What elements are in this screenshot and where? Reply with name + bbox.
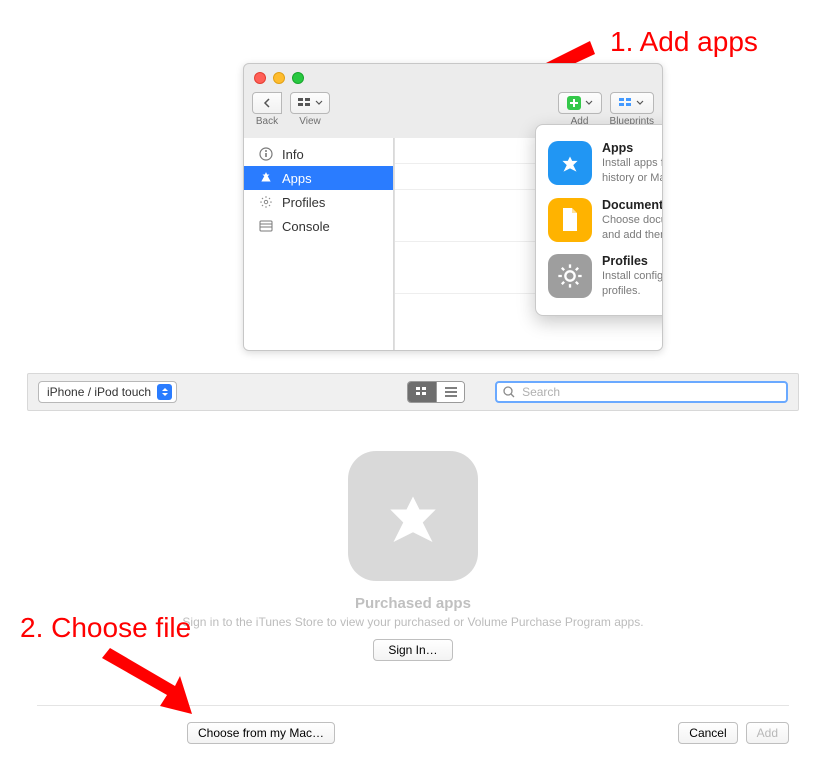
search-icon <box>503 386 515 398</box>
chevron-down-icon <box>636 100 644 106</box>
window-body: Info Apps Profiles Console <box>244 138 662 350</box>
back-button[interactable] <box>252 92 282 114</box>
annotation-step2: 2. Choose file <box>20 612 191 644</box>
sidebar-item-label: Info <box>282 147 304 162</box>
configurator-window: Back View Add <box>243 63 663 351</box>
plus-icon <box>567 96 581 110</box>
sidebar-item-profiles[interactable]: Profiles <box>244 190 393 214</box>
sidebar-item-label: Console <box>282 219 330 234</box>
minimize-icon[interactable] <box>273 72 285 84</box>
device-select[interactable]: iPhone / iPod touch <box>38 381 177 403</box>
grid-view-button[interactable] <box>408 382 436 402</box>
dialog-footer: Choose from my Mac… Cancel Add <box>37 715 789 751</box>
content-area: io 6 6 6 Apps Install apps from your pur… <box>394 138 662 350</box>
add-button[interactable] <box>558 92 602 114</box>
list-view-button[interactable] <box>436 382 464 402</box>
popover-item-title: Profiles <box>602 254 663 268</box>
info-icon <box>258 146 274 162</box>
blueprints-button[interactable] <box>610 92 654 114</box>
grid-icon <box>416 387 428 397</box>
sidebar-item-console[interactable]: Console <box>244 214 393 238</box>
console-icon <box>258 218 274 234</box>
apps-icon <box>548 141 592 185</box>
choose-from-mac-button[interactable]: Choose from my Mac… <box>187 722 335 744</box>
add-button[interactable]: Add <box>746 722 789 744</box>
view-button[interactable] <box>290 92 330 114</box>
sign-in-button[interactable]: Sign In… <box>373 639 452 661</box>
popover-item-desc: Install apps from your purchase history … <box>602 156 663 186</box>
zoom-icon[interactable] <box>292 72 304 84</box>
purchased-title: Purchased apps <box>27 595 799 612</box>
add-group: Add <box>558 92 602 127</box>
chevron-down-icon <box>585 100 593 106</box>
cancel-button[interactable]: Cancel <box>678 722 737 744</box>
grid-icon <box>298 98 312 108</box>
sidebar-item-apps[interactable]: Apps <box>244 166 393 190</box>
popover-item-documents[interactable]: Documents Choose documents from your Mac… <box>546 192 663 249</box>
popover-item-title: Apps <box>602 141 663 155</box>
popover-item-title: Documents <box>602 198 663 212</box>
document-icon <box>548 198 592 242</box>
popover-item-desc: Choose documents from your Mac and add t… <box>602 213 663 243</box>
sidebar-item-label: Apps <box>282 171 312 186</box>
annotation-arrow-2 <box>100 648 210 718</box>
appstore-icon <box>348 451 478 581</box>
popover-item-apps[interactable]: Apps Install apps from your purchase his… <box>546 135 663 192</box>
window-traffic-lights[interactable] <box>254 72 304 84</box>
close-icon[interactable] <box>254 72 266 84</box>
blueprints-icon <box>619 98 633 108</box>
annotation-step1: 1. Add apps <box>610 26 758 58</box>
chevron-down-icon <box>315 100 323 106</box>
popover-item-desc: Install configuration and provisioning p… <box>602 269 663 299</box>
apps-toolbar: iPhone / iPod touch <box>27 373 799 411</box>
add-popover: Apps Install apps from your purchase his… <box>535 124 663 316</box>
popover-item-profiles[interactable]: Profiles Install configuration and provi… <box>546 248 663 305</box>
select-stepper-icon <box>157 384 172 400</box>
view-group: View <box>290 92 330 127</box>
sidebar-item-info[interactable]: Info <box>244 142 393 166</box>
back-label: Back <box>256 116 278 127</box>
search-field[interactable] <box>495 381 788 403</box>
blueprints-group: Blueprints <box>610 92 654 127</box>
view-mode-segment[interactable] <box>407 381 465 403</box>
device-select-label: iPhone / iPod touch <box>47 385 151 399</box>
view-label: View <box>299 116 321 127</box>
back-group: Back <box>252 92 282 127</box>
gear-icon <box>258 194 274 210</box>
chevron-left-icon <box>262 98 272 108</box>
search-input[interactable] <box>520 384 780 400</box>
list-icon <box>445 387 457 397</box>
apps-icon <box>258 170 274 186</box>
sidebar: Info Apps Profiles Console <box>244 138 394 350</box>
sidebar-item-label: Profiles <box>282 195 325 210</box>
gear-icon <box>548 254 592 298</box>
